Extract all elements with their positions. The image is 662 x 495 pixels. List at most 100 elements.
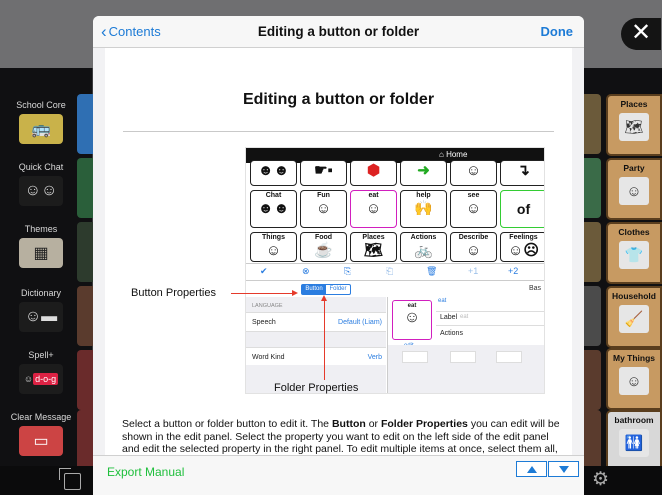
export-manual-button[interactable]: Export Manual	[107, 465, 184, 479]
illustration-tile: eat ☺	[350, 190, 397, 228]
right-button-label: Household	[612, 291, 656, 301]
illustration-tile-label: see	[467, 192, 480, 199]
illustration-tile: Fun ☺	[300, 190, 347, 228]
bathroom-icon: 🚻	[619, 429, 649, 457]
left-peek-tile	[77, 410, 93, 470]
broom-icon: 🧹	[619, 305, 649, 333]
clothes-icon: 👕	[619, 241, 649, 269]
button-properties-annotation: Button Properties	[131, 287, 216, 299]
illustration-row: Speech Default (Liam)	[246, 312, 386, 332]
illustration-segment-folder: Folder	[329, 286, 347, 292]
school-bus-icon: 🚌	[19, 114, 63, 144]
illustration-tile-label: Food	[314, 234, 333, 241]
illustration-action-slot	[402, 351, 428, 363]
modal-title: Editing a button or folder	[257, 24, 420, 39]
illustration-tile: Places 🗺	[350, 232, 397, 262]
illustration-tile-label: Fun	[317, 192, 330, 199]
illustration-action-slot	[496, 351, 522, 363]
right-button-my-things[interactable]: My Things ☺	[606, 348, 662, 410]
illustration-tile: of	[500, 190, 544, 228]
divider	[436, 325, 544, 326]
illustration-home: ⌂ Home	[439, 150, 468, 159]
annotation-arrowhead	[292, 290, 298, 296]
illustration-segment-button: Button	[302, 285, 326, 294]
paragraph-text: or	[365, 418, 381, 430]
illustration-tile: ☺	[450, 160, 497, 186]
illustration-tile-label: Things	[262, 234, 285, 241]
left-peek-tile	[77, 286, 93, 346]
folder-properties-annotation: Folder Properties	[274, 382, 359, 394]
illustration-tile-label: help	[416, 192, 431, 199]
illustration-row-label: Speech	[252, 319, 276, 326]
my-things-icon: ☺	[619, 367, 649, 395]
divider	[123, 131, 554, 132]
modal-footer: Export Manual	[93, 455, 584, 495]
illustration-field-value: eat	[460, 314, 469, 320]
illustration-tile: Feelings ☺☹	[500, 232, 544, 262]
illustration-home-label: Home	[446, 150, 468, 159]
left-button-school-core[interactable]: School Core 🚌	[6, 98, 76, 160]
illustration-tile: ☛▪	[300, 160, 347, 186]
left-button-quick-chat[interactable]: Quick Chat ☺☺	[6, 160, 76, 222]
next-page-button[interactable]	[548, 461, 579, 477]
left-button-label: School Core	[16, 100, 66, 110]
illustration-tile: Food ☕	[300, 232, 347, 262]
illustration-right-pane: eat ☺ edit eat Label eat Actions	[387, 297, 544, 393]
manual-page: Editing a button or folder ⌂ Home ☻☻ ☛▪ …	[105, 48, 572, 455]
left-peek-tile	[77, 158, 93, 218]
left-button-dictionary[interactable]: Dictionary ☺▬	[6, 286, 76, 348]
left-button-clear-message[interactable]: Clear Message ▭	[6, 410, 76, 472]
illustration-left-pane: LANGUAGE Speech Default (Liam) Word Kind…	[246, 297, 386, 393]
illustration-tile-label: Feelings	[509, 234, 538, 241]
paragraph-text: Select a button or folder button to edit…	[122, 418, 332, 430]
left-button-label: Clear Message	[10, 412, 72, 422]
modal-header: ‹ Contents Editing a button or folder Don…	[93, 16, 584, 48]
right-button-bathroom[interactable]: bathroom 🚻	[606, 410, 662, 472]
check-icon: ✔	[260, 266, 268, 276]
right-peek-tile	[583, 94, 601, 154]
paste-icon: ⎗	[386, 266, 394, 276]
left-button-themes[interactable]: Themes ▦	[6, 222, 76, 284]
party-icon: ☺	[619, 177, 649, 205]
left-button-label: Dictionary	[20, 288, 61, 298]
close-icon[interactable]: ✕	[621, 18, 661, 50]
right-button-places[interactable]: Places 🗺	[606, 94, 662, 156]
chat-faces-icon: ☺☺	[19, 176, 63, 206]
illustration-actions-label: Actions	[440, 330, 463, 337]
left-peek-tile	[77, 350, 93, 410]
right-button-party[interactable]: Party ☺	[606, 158, 662, 220]
trash-icon: 🗑	[426, 266, 438, 276]
window-toggle-icon[interactable]	[59, 468, 81, 490]
left-button-spell[interactable]: Spell+ ☺ d-o-g	[6, 348, 76, 410]
left-button-label: Quick Chat	[18, 162, 64, 172]
illustration-tile: Actions 🚲	[400, 232, 447, 262]
illustration-row-value: Default (Liam)	[338, 319, 382, 326]
left-button-label: Spell+	[28, 350, 54, 360]
illustration-toolbar-item: +2	[508, 266, 519, 276]
done-button[interactable]: Done	[541, 24, 574, 39]
right-peek-tile	[583, 286, 601, 346]
illustration-right-header: Bas	[528, 285, 541, 292]
illustration-row: Word Kind Verb	[246, 347, 386, 365]
right-button-clothes[interactable]: Clothes 👕	[606, 222, 662, 284]
spell-icon: ☺ d-o-g	[19, 364, 63, 394]
themes-icon: ▦	[19, 238, 63, 268]
eat-picture-icon: ☺	[403, 309, 421, 326]
instruction-paragraph: Select a button or folder button to edit…	[122, 418, 560, 455]
right-button-household[interactable]: Household 🧹	[606, 286, 662, 348]
illustration-tile: Things ☺	[250, 232, 297, 262]
spell-picture-text: d-o-g	[33, 373, 59, 385]
illustration-tile: ➜	[400, 160, 447, 186]
illustration-actions-area	[388, 345, 544, 393]
illustration-preview-caption: eat	[438, 298, 447, 304]
illustration-tile: Chat ☻☻	[250, 190, 297, 228]
right-peek-tile	[583, 222, 601, 282]
map-icon: 🗺	[619, 113, 649, 141]
illustration-toolbar: ✔ ⊗ ⎘ ⎗ 🗑 +1 +2	[246, 263, 544, 281]
annotation-arrow	[324, 300, 325, 380]
annotation-arrowhead	[321, 295, 327, 301]
gear-icon[interactable]: ⚙	[592, 470, 609, 490]
paragraph-bold: Folder Properties	[380, 418, 468, 430]
previous-page-button[interactable]	[516, 461, 547, 477]
illustration-screenshot: ⌂ Home ☻☻ ☛▪ ⬢ ➜ ☺ ↴ Chat ☻☻ Fun ☺ eat ☺ he…	[245, 147, 545, 394]
